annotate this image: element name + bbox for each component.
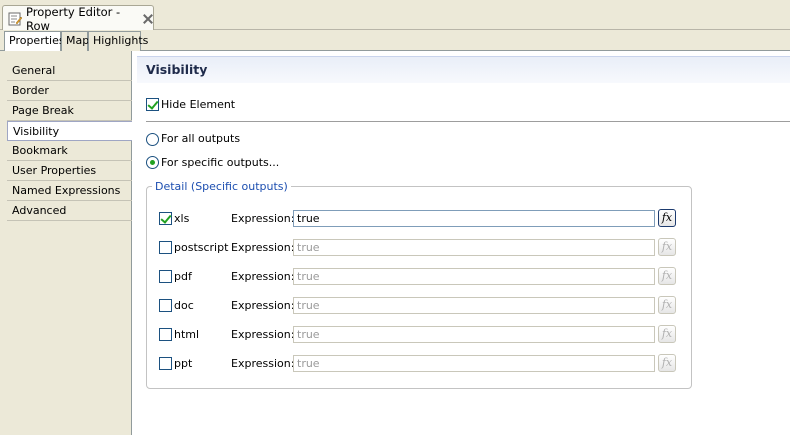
sidebar-item-general[interactable]: General bbox=[7, 61, 132, 81]
category-list: General Border Page Break Visibility Boo… bbox=[7, 61, 132, 221]
hide-element-label: Hide Element bbox=[161, 98, 236, 111]
all-outputs-label: For all outputs bbox=[161, 132, 241, 145]
expression-label: Expression: bbox=[231, 212, 295, 225]
specific-outputs-radio[interactable] bbox=[146, 156, 159, 169]
fx-button-pdf[interactable]: fx bbox=[658, 267, 676, 285]
fx-button-postscript[interactable]: fx bbox=[658, 238, 676, 256]
editor-tab-bar: Properties Map Highlights bbox=[0, 30, 790, 52]
expression-label: Expression: bbox=[231, 241, 295, 254]
function-icon: fx bbox=[661, 269, 673, 282]
expression-label: Expression: bbox=[231, 299, 295, 312]
close-icon[interactable] bbox=[142, 13, 153, 25]
fx-button-xls[interactable]: fx bbox=[658, 209, 676, 227]
expression-input-pdf[interactable]: true bbox=[293, 268, 655, 285]
expression-label: Expression: bbox=[231, 328, 295, 341]
separator bbox=[146, 121, 790, 122]
output-checkbox-xls[interactable] bbox=[159, 212, 172, 225]
output-checkbox-pdf[interactable] bbox=[159, 270, 172, 283]
sidebar-item-label: User Properties bbox=[12, 164, 97, 177]
sidebar-item-label: General bbox=[12, 64, 56, 77]
output-checkbox-html[interactable] bbox=[159, 328, 172, 341]
output-checkbox-doc[interactable] bbox=[159, 299, 172, 312]
output-label-pdf: pdf bbox=[174, 270, 192, 283]
tab-label: Highlights bbox=[93, 34, 149, 47]
fx-button-ppt[interactable]: fx bbox=[658, 354, 676, 372]
sidebar-item-user-properties[interactable]: User Properties bbox=[7, 161, 132, 181]
function-icon: fx bbox=[661, 298, 673, 311]
tab-highlights[interactable]: Highlights bbox=[88, 31, 148, 51]
function-icon: fx bbox=[661, 356, 673, 369]
output-label-html: html bbox=[174, 328, 200, 341]
sidebar-item-named-expressions[interactable]: Named Expressions bbox=[7, 181, 132, 201]
sidebar-item-label: Page Break bbox=[12, 104, 74, 117]
expression-label: Expression: bbox=[231, 357, 295, 370]
expression-input-xls[interactable]: true bbox=[293, 210, 655, 227]
sidebar-item-label: Named Expressions bbox=[12, 184, 121, 197]
expression-input-html[interactable]: true bbox=[293, 326, 655, 343]
view-title-bar: Property Editor - Row bbox=[0, 0, 790, 33]
tab-label: Properties bbox=[9, 34, 65, 47]
category-sidebar: General Border Page Break Visibility Boo… bbox=[0, 51, 132, 435]
specific-outputs-label: For specific outputs... bbox=[161, 156, 280, 169]
function-icon: fx bbox=[661, 240, 673, 253]
sidebar-item-label: Visibility bbox=[13, 125, 60, 138]
function-icon: fx bbox=[661, 211, 673, 224]
property-editor-view-tab[interactable]: Property Editor - Row bbox=[2, 4, 154, 33]
sidebar-item-border[interactable]: Border bbox=[7, 81, 132, 101]
fx-button-html[interactable]: fx bbox=[658, 325, 676, 343]
sidebar-item-advanced[interactable]: Advanced bbox=[7, 201, 132, 221]
expression-input-doc[interactable]: true bbox=[293, 297, 655, 314]
expression-input-postscript[interactable]: true bbox=[293, 239, 655, 256]
sidebar-item-page-break[interactable]: Page Break bbox=[7, 101, 132, 121]
all-outputs-radio[interactable] bbox=[146, 133, 159, 146]
visibility-panel: Visibility Hide Element For all outputs … bbox=[132, 51, 790, 435]
group-legend: Detail (Specific outputs) bbox=[152, 180, 291, 193]
fx-button-doc[interactable]: fx bbox=[658, 296, 676, 314]
view-title: Property Editor - Row bbox=[26, 4, 121, 33]
sidebar-item-visibility[interactable]: Visibility bbox=[7, 121, 132, 141]
output-label-postscript: postscript bbox=[174, 241, 229, 254]
expression-label: Expression: bbox=[231, 270, 295, 283]
sidebar-item-label: Border bbox=[12, 84, 49, 97]
sidebar-item-bookmark[interactable]: Bookmark bbox=[7, 141, 132, 161]
hide-element-checkbox[interactable] bbox=[146, 98, 159, 111]
output-label-xls: xls bbox=[174, 212, 190, 225]
expression-input-ppt[interactable]: true bbox=[293, 355, 655, 372]
output-label-doc: doc bbox=[174, 299, 194, 312]
output-checkbox-ppt[interactable] bbox=[159, 357, 172, 370]
tab-label: Map bbox=[66, 34, 90, 47]
section-title: Visibility bbox=[137, 56, 790, 83]
function-icon: fx bbox=[661, 327, 673, 340]
sidebar-item-label: Bookmark bbox=[12, 144, 68, 157]
tab-map[interactable]: Map bbox=[61, 31, 90, 51]
output-checkbox-postscript[interactable] bbox=[159, 241, 172, 254]
tab-properties[interactable]: Properties bbox=[4, 31, 65, 52]
output-label-ppt: ppt bbox=[174, 357, 193, 370]
sidebar-item-label: Advanced bbox=[12, 204, 67, 217]
property-editor-icon bbox=[8, 12, 23, 26]
